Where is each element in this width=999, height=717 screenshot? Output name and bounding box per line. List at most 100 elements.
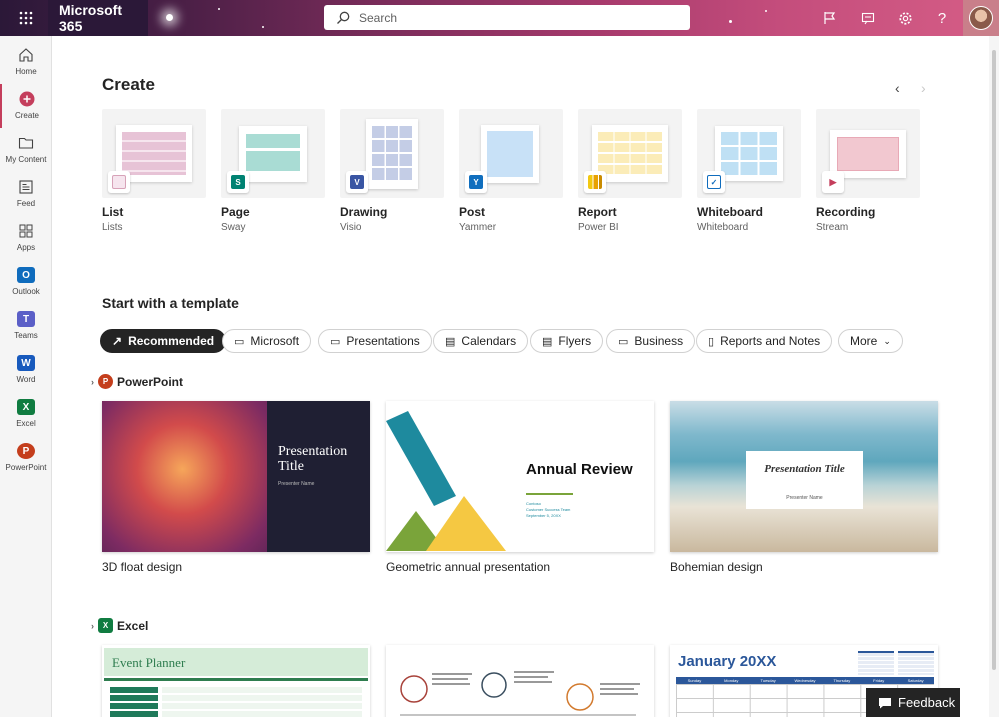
feedback-icon[interactable] <box>850 0 886 36</box>
left-rail: Home Create My Content Feed Apps O Outlo… <box>0 36 52 717</box>
template-event-planner[interactable]: Event Planner <box>102 645 370 717</box>
divider <box>526 493 573 495</box>
chevron-right-icon: › <box>91 620 94 631</box>
excel-icon: X <box>17 399 35 415</box>
rail-item-apps[interactable]: Apps <box>0 216 52 260</box>
filter-more[interactable]: More ⌄ <box>838 329 903 353</box>
template-thumbnail: Annual Review Contoso Customer Success T… <box>386 401 654 552</box>
flag-icon[interactable] <box>812 0 848 36</box>
teams-icon: T <box>17 311 35 327</box>
rail-label: Feed <box>16 199 36 208</box>
card-subtitle: Stream <box>816 222 849 233</box>
rail-item-powerpoint[interactable]: P PowerPoint <box>0 436 52 480</box>
filter-flyers[interactable]: ▤ Flyers <box>530 329 604 353</box>
create-card-whiteboard[interactable]: ✓ Whiteboard Whiteboard <box>697 109 801 233</box>
card-subtitle: Yammer <box>459 222 497 233</box>
star-decoration <box>166 14 173 21</box>
rail-label: Create <box>14 111 39 120</box>
template-name: Geometric annual presentation <box>386 560 551 574</box>
calendar-icon: ▤ <box>445 335 456 348</box>
template-3d-float[interactable]: Presentation Title Presenter Name 3D flo… <box>102 401 370 574</box>
filter-presentations[interactable]: ▭ Presentations <box>318 329 432 353</box>
slide-subtitle: Presenter Name <box>278 481 315 487</box>
create-card-recording[interactable]: ▶ Recording Stream <box>816 109 920 233</box>
template-name: 3D float design <box>102 560 183 574</box>
feed-icon <box>19 180 33 194</box>
rail-item-word[interactable]: W Word <box>0 348 52 392</box>
filter-business[interactable]: ▭ Business <box>606 329 696 353</box>
section-excel[interactable]: › X Excel <box>91 618 148 633</box>
app-brand[interactable]: Microsoft 365 <box>48 0 148 36</box>
rail-item-create[interactable]: Create <box>0 84 52 128</box>
card-thumbnail <box>578 109 682 198</box>
section-label: Excel <box>117 618 149 633</box>
card-title: Report <box>578 205 617 219</box>
powerpoint-icon: P <box>98 374 113 389</box>
filter-label: More <box>850 334 878 348</box>
weekday: Saturday <box>907 678 924 683</box>
outlook-icon: O <box>17 267 35 283</box>
filter-recommended[interactable]: ↗ Recommended <box>100 329 227 353</box>
rail-item-home[interactable]: Home <box>0 40 52 84</box>
home-icon <box>19 48 33 62</box>
chevron-right-icon[interactable]: › <box>921 80 926 96</box>
rail-item-feed[interactable]: Feed <box>0 172 52 216</box>
chevron-left-icon[interactable]: ‹ <box>895 80 900 96</box>
card-title: List <box>102 205 124 219</box>
create-card-post[interactable]: Y Post Yammer <box>459 109 563 233</box>
scrollbar-thumb[interactable] <box>992 50 996 670</box>
rail-item-outlook[interactable]: O Outlook <box>0 260 52 304</box>
avatar[interactable] <box>963 0 999 36</box>
filter-label: Flyers <box>558 334 592 348</box>
weekday: Monday <box>724 678 739 683</box>
slide-subtitle: Presenter Name <box>786 495 823 501</box>
filter-label: Recommended <box>128 334 215 348</box>
weekday: Wednesday <box>794 678 816 683</box>
card-subtitle: Visio <box>340 222 362 233</box>
card-thumbnail: ✓ <box>697 109 801 198</box>
filter-microsoft[interactable]: ▭ Microsoft <box>222 329 312 353</box>
search-placeholder: Search <box>359 10 398 25</box>
create-card-drawing[interactable]: V Drawing Visio <box>340 109 444 233</box>
section-title: Start with a template <box>102 295 239 311</box>
card-thumbnail: V <box>340 109 444 198</box>
weekday: Tuesday <box>760 678 776 683</box>
flyer-icon: ▤ <box>542 335 553 348</box>
excel-icon: X <box>98 618 113 633</box>
rail-label: Excel <box>16 419 36 428</box>
star-decoration <box>729 20 732 23</box>
rail-item-excel[interactable]: X Excel <box>0 392 52 436</box>
create-card-list[interactable]: List Lists <box>102 109 206 233</box>
document-icon: ▯ <box>708 335 715 348</box>
template-thumbnail: Event Planner <box>102 645 370 717</box>
main-content: Create ‹ › List Lists S Page Sway V Draw… <box>53 36 988 717</box>
rail-label: Apps <box>16 243 36 252</box>
filter-calendars[interactable]: ▤ Calendars <box>433 329 529 353</box>
filter-label: Calendars <box>461 334 517 348</box>
template-timeline[interactable] <box>386 645 654 717</box>
gear-icon[interactable] <box>887 0 923 36</box>
section-powerpoint[interactable]: › P PowerPoint <box>91 374 183 389</box>
search-box[interactable]: Search <box>324 5 690 30</box>
feedback-button[interactable]: Feedback <box>866 688 960 717</box>
help-icon[interactable]: ? <box>924 0 960 36</box>
card-title: Post <box>459 205 486 219</box>
rail-label: Outlook <box>12 287 40 296</box>
filter-reports-and-notes[interactable]: ▯ Reports and Notes <box>696 329 833 353</box>
power-bi-icon <box>584 171 606 193</box>
visio-icon: V <box>346 171 368 193</box>
slide-title: Presentation Title <box>764 463 845 475</box>
slide-title: Presentation Title <box>278 444 348 474</box>
create-card-page[interactable]: S Page Sway <box>221 109 325 233</box>
card-title: Drawing <box>340 205 388 219</box>
rail-item-my-content[interactable]: My Content <box>0 128 52 172</box>
rail-item-teams[interactable]: T Teams <box>0 304 52 348</box>
waffle-icon[interactable] <box>8 0 44 36</box>
chevron-right-icon: › <box>91 376 94 387</box>
template-bohemian[interactable]: Presentation Title Presenter Name Bohemi… <box>670 401 938 574</box>
create-card-report[interactable]: Report Power BI <box>578 109 682 233</box>
template-geometric-annual[interactable]: Annual Review Contoso Customer Success T… <box>386 401 654 574</box>
card-thumbnail: Y <box>459 109 563 198</box>
scrollbar[interactable] <box>989 36 999 717</box>
card-title: Whiteboard <box>697 205 763 219</box>
